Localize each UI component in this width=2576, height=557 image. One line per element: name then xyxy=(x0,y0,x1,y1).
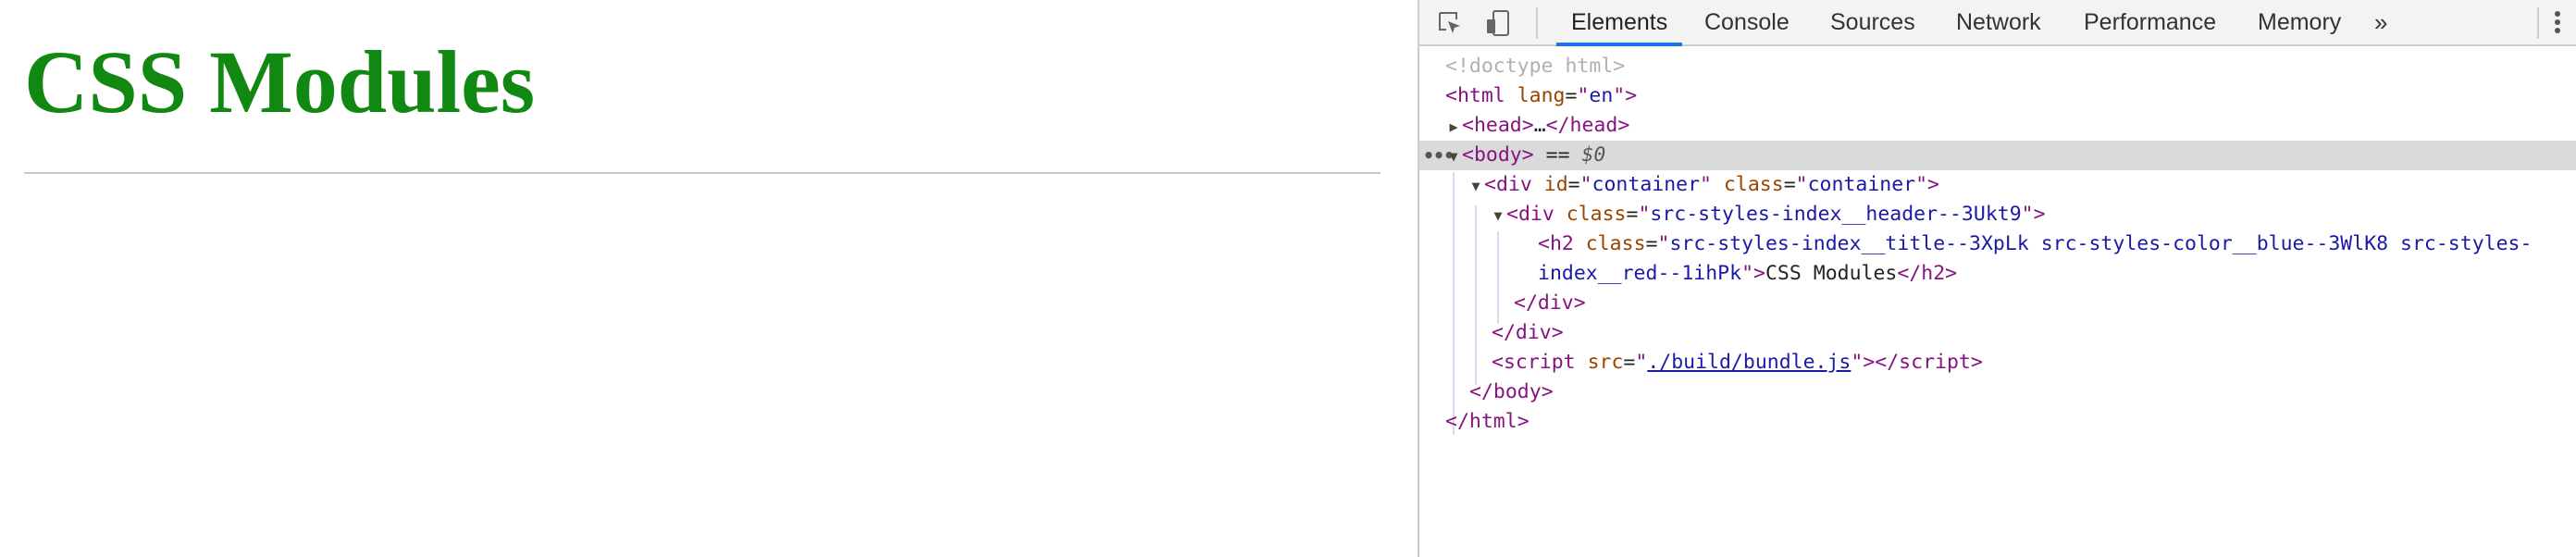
dom-node-div-container-close[interactable]: </div> xyxy=(1492,318,1564,348)
device-toolbar-icon[interactable] xyxy=(1484,9,1512,37)
collapse-triangle-icon[interactable]: ▼ xyxy=(1468,171,1484,201)
tab-memory[interactable]: Memory xyxy=(2258,0,2341,44)
toolbar-divider xyxy=(1536,7,1538,39)
tree-guide xyxy=(1453,172,1455,435)
dom-node-doctype[interactable]: <!doctype html> xyxy=(1445,52,1625,81)
page-viewport: CSS Modules xyxy=(0,0,1418,557)
toolbar-divider xyxy=(2537,7,2539,39)
tab-network[interactable]: Network xyxy=(1956,0,2041,44)
tab-performance[interactable]: Performance xyxy=(2084,0,2216,44)
expand-triangle-icon[interactable]: ▶ xyxy=(1445,112,1462,142)
devtools-toolbar: Elements Console Sources Network Perform… xyxy=(1419,0,2576,46)
dom-node-div-header-close[interactable]: </div> xyxy=(1514,289,1586,318)
dom-node-div-container[interactable]: ▼ <div id="container" class="container"> xyxy=(1468,170,1939,200)
dom-node-body-selected[interactable]: ••• ▼ <body> == $0 xyxy=(1419,141,2576,170)
dom-node-h2[interactable]: <h2 class="src-styles-index__title--3XpL… xyxy=(1538,229,2532,259)
dom-node-html[interactable]: <html lang="en"> xyxy=(1445,81,1637,111)
tab-sources[interactable]: Sources xyxy=(1830,0,1915,44)
kebab-menu-icon[interactable] xyxy=(2552,9,2563,37)
collapse-triangle-icon[interactable]: ▼ xyxy=(1490,201,1506,230)
inspect-element-icon[interactable] xyxy=(1436,9,1464,37)
script-src-link[interactable]: ./build/bundle.js xyxy=(1647,351,1851,374)
dom-node-h2-continued[interactable]: index__red--1ihPk">CSS Modules</h2> xyxy=(1538,259,1957,289)
dom-node-body-close[interactable]: </body> xyxy=(1469,378,1554,407)
dom-node-div-header[interactable]: ▼ <div class="src-styles-index__header--3… xyxy=(1490,200,2045,230)
dom-tree: <!doctype html> <html lang="en"> ▶ <head>… xyxy=(1419,48,2576,557)
horizontal-rule xyxy=(24,172,1381,174)
dom-node-head[interactable]: ▶ <head>…</head> xyxy=(1445,111,1629,141)
tree-guide xyxy=(1475,205,1477,385)
dom-node-script[interactable]: <script src="./build/bundle.js"></script… xyxy=(1492,348,1983,378)
tree-guide xyxy=(1497,231,1499,324)
collapse-triangle-icon[interactable]: ▼ xyxy=(1445,142,1462,171)
tab-elements[interactable]: Elements xyxy=(1555,0,1683,46)
tab-console[interactable]: Console xyxy=(1704,0,1790,44)
more-tabs-icon[interactable]: » xyxy=(2374,0,2387,44)
devtools-panel: Elements Console Sources Network Perform… xyxy=(1418,0,2576,557)
page-heading: CSS Modules xyxy=(24,32,536,131)
dom-node-html-close[interactable]: </html> xyxy=(1445,407,1530,437)
